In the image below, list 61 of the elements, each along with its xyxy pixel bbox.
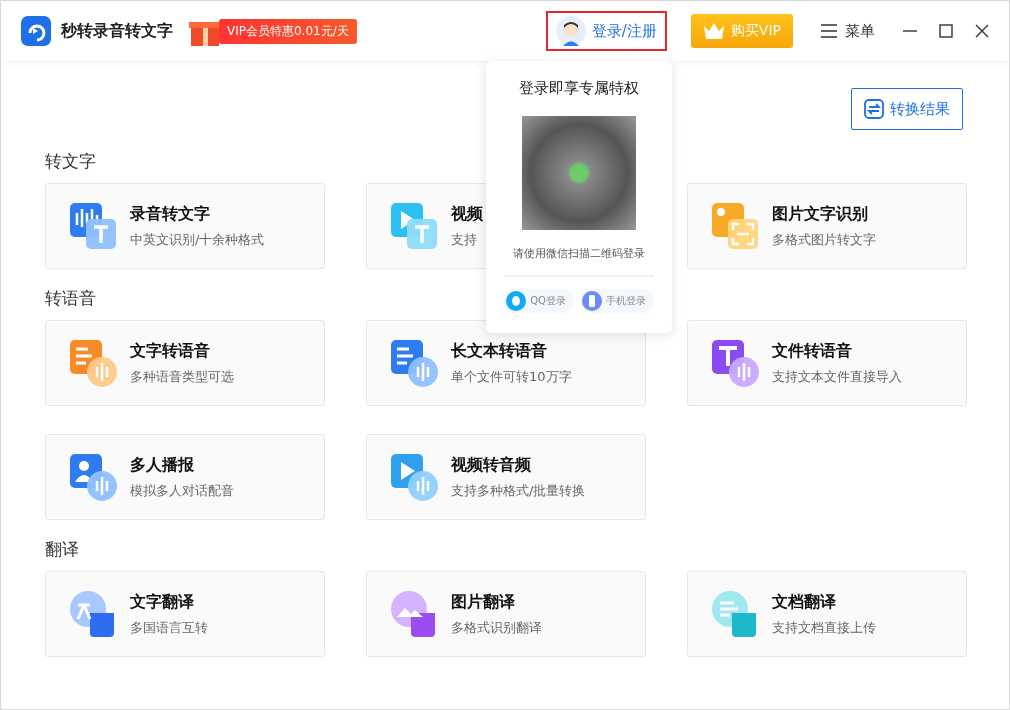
feature-card[interactable]: 多人播报 模拟多人对话配音 [45,434,325,520]
section-title: 转文字 [45,150,96,173]
feature-title: 视频转音频 [451,454,532,476]
feature-description: 多国语言互转 [130,618,208,637]
crown-icon [702,22,725,40]
feature-description: 多格式图片转文字 [772,230,876,249]
avatar-icon [555,16,586,46]
promo-text: VIP会员特惠0.01元/天 [219,18,357,44]
feature-card[interactable]: 文档翻译 支持文档直接上传 [687,571,967,657]
feature-title: 文档翻译 [772,591,837,613]
feature-description: 模拟多人对话配音 [130,481,234,500]
vip-promo-banner[interactable]: VIP会员特惠0.01元/天 [185,16,357,46]
feature-title: 文件转语音 [772,340,853,362]
menu-button[interactable]: 菜单 [815,20,881,42]
feature-card[interactable]: 文字转语音 多种语音类型可选 [45,320,325,406]
app-logo-icon [21,16,51,46]
scan-hint: 请使用微信扫描二维码登录 [513,246,645,261]
feature-description: 支持多种格式/批量转换 [451,481,586,500]
convert-result-button[interactable]: 转换结果 [851,88,963,130]
menu-icon [821,24,837,38]
section-title: 转语音 [45,287,96,310]
feature-title: 视频 [451,203,483,225]
phone-icon [581,291,602,311]
audio-text-icon [68,201,118,251]
login-register-button[interactable]: 登录/注册 [545,11,667,51]
feature-title: 图片文字识别 [772,203,869,225]
feature-description: 支持文本文件直接导入 [772,367,902,386]
feature-card[interactable]: 视频转音频 支持多种格式/批量转换 [366,434,646,520]
feature-title: 文字转语音 [130,340,211,362]
feature-card[interactable]: 文件转语音 支持文本文件直接导入 [687,320,967,406]
feature-card[interactable]: 长文本转语音 单个文件可转10万字 [366,320,646,406]
feature-description: 多格式识别翻译 [451,618,542,637]
file-speech-icon [710,338,760,388]
multi-speech-icon [68,452,118,502]
popup-title: 登录即享专属特权 [519,79,639,98]
doc-speech-icon [68,338,118,388]
video-text-icon [389,201,439,251]
feature-title: 录音转文字 [130,203,211,225]
maximize-icon[interactable] [939,24,953,38]
image-text-icon [710,201,760,251]
feature-title: 图片翻译 [451,591,516,613]
section-title: 翻译 [45,538,79,561]
login-option-button[interactable]: 手机登录 [579,289,654,313]
login-option-button[interactable]: QQ登录 [504,289,574,313]
feature-card[interactable]: 图片文字识别 多格式图片转文字 [687,183,967,269]
feature-title: 长文本转语音 [451,340,548,362]
feature-description: 支持文档直接上传 [772,618,876,637]
feature-description: 多种语音类型可选 [130,367,234,386]
feature-description: 中英文识别/十余种格式 [130,230,265,249]
close-icon[interactable] [975,24,989,38]
feature-description: 支持 [451,230,478,249]
feature-title: 文字翻译 [130,591,195,613]
feature-description: 单个文件可转10万字 [451,367,572,386]
long-speech-icon [389,338,439,388]
video-speech-icon [389,452,439,502]
feature-card[interactable]: 文字翻译 多国语言互转 [45,571,325,657]
app-title: 秒转录音转文字 [61,20,173,42]
feature-title: 多人播报 [130,454,195,476]
feature-card[interactable]: 图片翻译 多格式识别翻译 [366,571,646,657]
swap-icon [864,99,884,119]
feature-card[interactable]: 录音转文字 中英文识别/十余种格式 [45,183,325,269]
